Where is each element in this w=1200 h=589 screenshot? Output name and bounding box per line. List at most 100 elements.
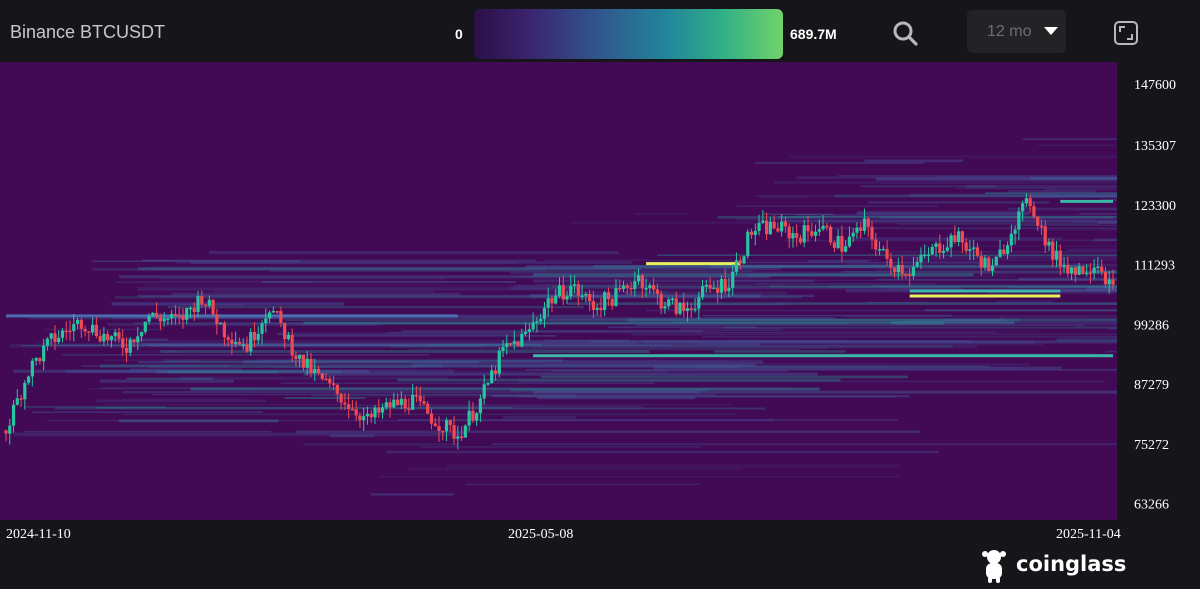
candle-body [806, 225, 810, 232]
candle-body [166, 318, 170, 320]
heat-band [24, 431, 271, 433]
heat-band [551, 286, 1117, 288]
fullscreen-icon [1114, 21, 1138, 45]
heat-band [736, 205, 938, 207]
candle-body [23, 382, 27, 400]
candle-body [832, 242, 836, 248]
heat-band [736, 217, 1117, 221]
candle-body [490, 370, 494, 384]
heat-band [879, 251, 1117, 253]
candle-body [659, 293, 663, 309]
search-button[interactable] [890, 18, 920, 48]
candle-body [904, 273, 908, 276]
heat-band [160, 277, 445, 281]
top-toolbar: Binance BTCUSDT 0 689.7M 12 mo [0, 0, 1200, 62]
candle-body [1092, 267, 1096, 274]
candle-body [851, 232, 855, 237]
heat-band [789, 155, 1117, 158]
candle-body [994, 256, 998, 266]
candle-body [275, 310, 279, 313]
heat-band [47, 419, 774, 422]
candle-body [648, 285, 652, 289]
candle-body [478, 398, 483, 414]
candle-body [301, 354, 306, 368]
candle-body [1028, 198, 1032, 207]
heat-band [277, 332, 526, 336]
candle-body [829, 226, 833, 243]
candle-body [192, 307, 196, 313]
date-tick-label: 2024-11-10 [6, 527, 71, 542]
heatmap-svg[interactable]: 147600 135307 123300 111293 99286 87279 75272 6… [0, 62, 1200, 561]
candle-body [746, 231, 750, 257]
candle-body [1051, 241, 1055, 260]
heat-band [160, 350, 650, 353]
candle-body [934, 243, 938, 247]
heat-band [902, 258, 1117, 262]
candle-body [117, 332, 121, 339]
candle-body [685, 308, 690, 311]
price-tick-label: 63266 [1134, 498, 1169, 513]
candle-body [124, 347, 129, 353]
candle-body [655, 289, 659, 294]
heat-band [137, 287, 569, 291]
time-range-select[interactable]: 12 mo [967, 10, 1066, 53]
candle-body [1066, 264, 1070, 274]
candle-body [1073, 267, 1077, 275]
candle-body [45, 338, 50, 346]
candle-body [452, 425, 456, 439]
candle-body [444, 420, 449, 432]
candle-body [588, 293, 592, 302]
heat-band [152, 394, 716, 396]
candle-body [595, 307, 599, 310]
candle-body [941, 250, 946, 253]
heat-band [408, 348, 800, 351]
candle-body [1081, 266, 1085, 274]
candle-body [539, 318, 543, 322]
candle-body [712, 287, 716, 290]
heat-band [646, 309, 1117, 312]
candle-body [106, 333, 110, 341]
candle-body [121, 338, 125, 348]
heat-band [774, 302, 1117, 305]
candle-body [576, 284, 580, 296]
candle-body [173, 314, 178, 316]
candle-body [369, 413, 373, 418]
candle-body [708, 284, 712, 289]
heat-band [115, 281, 312, 284]
price-tick-label: 135307 [1134, 139, 1176, 154]
candle-body [437, 426, 441, 431]
heat-band [533, 390, 1117, 394]
candle-body [633, 281, 637, 289]
candle-body [734, 260, 739, 272]
candle-body [350, 408, 355, 411]
candle-body [1107, 279, 1111, 285]
candle-body [482, 384, 486, 399]
heat-band [713, 350, 846, 353]
candle-body [83, 328, 87, 332]
coinglass-logo-icon [982, 550, 1006, 583]
heat-band [725, 326, 1117, 329]
candle-body [772, 221, 776, 229]
fullscreen-button[interactable] [1113, 20, 1139, 46]
heat-band [544, 259, 879, 261]
price-tick-label: 75272 [1134, 438, 1169, 453]
heat-band [909, 319, 1002, 322]
candle-body [1005, 245, 1010, 254]
candle-body [802, 225, 806, 243]
candle-body [885, 248, 889, 259]
liquidation-heatmap-chart[interactable]: 147600 135307 123300 111293 99286 87279 75272 6… [0, 62, 1200, 583]
candle-body [226, 337, 230, 340]
heat-band [96, 399, 267, 403]
candle-body [234, 342, 238, 344]
heat-band [32, 411, 263, 413]
candle-body [203, 304, 208, 307]
candle-body [700, 286, 705, 298]
candle-body [380, 407, 385, 413]
price-tick-label: 147600 [1134, 78, 1176, 93]
candle-body [388, 402, 392, 408]
candle-body [603, 292, 607, 311]
candle-body [271, 310, 275, 313]
price-tick-label: 111293 [1134, 259, 1175, 274]
heat-band [1097, 221, 1117, 225]
candle-body [693, 308, 697, 311]
